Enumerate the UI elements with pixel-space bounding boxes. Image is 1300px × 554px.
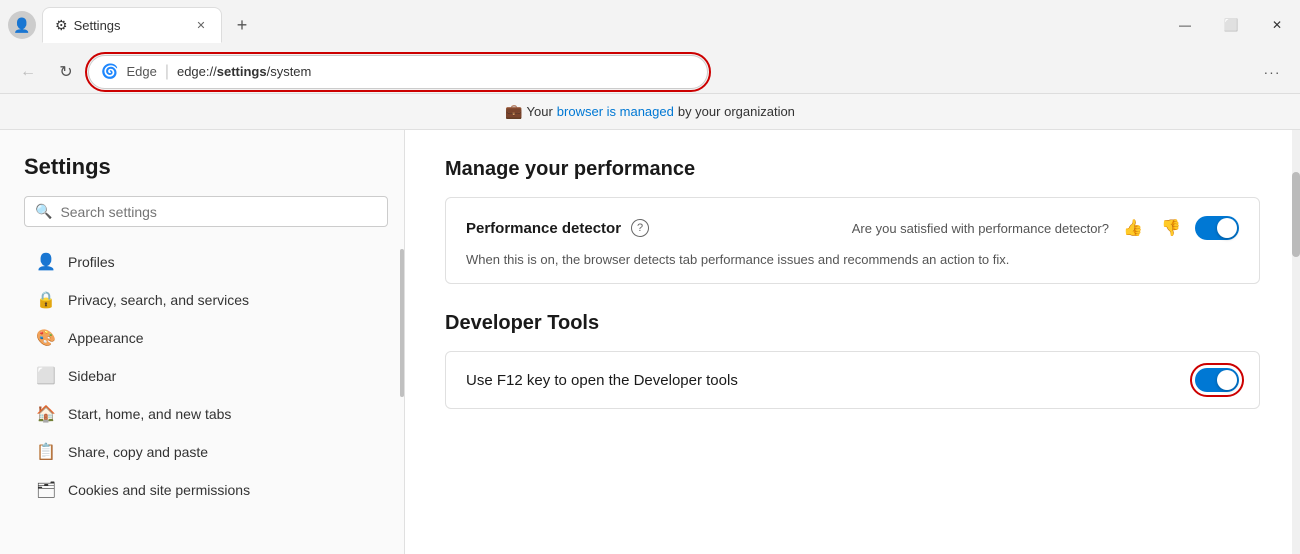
- start-icon: 🏠: [36, 404, 56, 424]
- sidebar-item-profiles[interactable]: 👤 Profiles: [24, 243, 388, 281]
- settings-tab-label: Settings: [74, 18, 121, 33]
- back-button[interactable]: ←: [12, 56, 44, 88]
- share-label: Share, copy and paste: [68, 444, 208, 460]
- sidebar: Settings 🔍 👤 Profiles 🔒 Privacy, search,…: [0, 130, 405, 554]
- appearance-label: Appearance: [68, 330, 144, 346]
- performance-card: Performance detector ? Are you satisfied…: [445, 197, 1260, 284]
- cookies-label: Cookies and site permissions: [68, 482, 250, 498]
- performance-feedback-text: Are you satisfied with performance detec…: [852, 221, 1109, 236]
- cookies-icon: 🗂: [36, 480, 56, 500]
- devtools-toggle-thumb: [1217, 370, 1237, 390]
- privacy-label: Privacy, search, and services: [68, 292, 249, 308]
- edge-logo-icon: 🌀: [101, 63, 118, 80]
- sidebar-item-share[interactable]: 📋 Share, copy and paste: [24, 433, 388, 471]
- maximize-button[interactable]: ⬜: [1208, 9, 1254, 41]
- more-button[interactable]: ···: [1256, 56, 1288, 88]
- minimize-button[interactable]: —: [1162, 9, 1208, 41]
- performance-detector-label: Performance detector: [466, 220, 621, 237]
- sidebar-item-sidebar[interactable]: ⬜ Sidebar: [24, 357, 388, 395]
- thumbdown-button[interactable]: 👎: [1157, 214, 1185, 242]
- settings-tab-icon: ⚙: [55, 17, 68, 34]
- managed-text-after: by your organization: [678, 104, 795, 119]
- performance-section-title: Manage your performance: [445, 158, 1260, 181]
- content-area: Manage your performance Performance dete…: [405, 130, 1300, 554]
- devtools-toggle[interactable]: [1195, 368, 1239, 392]
- search-box[interactable]: 🔍: [24, 196, 388, 227]
- share-icon: 📋: [36, 442, 56, 462]
- sidebar-icon: ⬜: [36, 366, 56, 386]
- address-separator: |: [165, 63, 169, 81]
- sidebar-item-privacy[interactable]: 🔒 Privacy, search, and services: [24, 281, 388, 319]
- reload-button[interactable]: ↻: [50, 56, 82, 88]
- performance-description: When this is on, the browser detects tab…: [466, 252, 1239, 267]
- edge-label: Edge: [126, 64, 156, 79]
- new-tab-button[interactable]: +: [228, 11, 256, 39]
- search-input[interactable]: [60, 204, 377, 220]
- managed-link[interactable]: browser is managed: [557, 104, 674, 119]
- start-label: Start, home, and new tabs: [68, 406, 231, 422]
- profiles-label: Profiles: [68, 254, 115, 270]
- performance-help-icon[interactable]: ?: [631, 219, 649, 237]
- right-scrollbar[interactable]: [1292, 130, 1300, 554]
- managed-text-before: Your: [527, 104, 553, 119]
- thumbup-button[interactable]: 👍: [1119, 214, 1147, 242]
- settings-title: Settings: [24, 154, 388, 180]
- address-text: edge://settings/system: [177, 64, 311, 79]
- search-icon: 🔍: [35, 203, 52, 220]
- close-button[interactable]: ✕: [1254, 9, 1300, 41]
- f12-label: Use F12 key to open the Developer tools: [466, 372, 738, 389]
- appearance-icon: 🎨: [36, 328, 56, 348]
- sidebar-item-start[interactable]: 🏠 Start, home, and new tabs: [24, 395, 388, 433]
- managed-icon: 💼: [505, 103, 522, 120]
- profiles-icon: 👤: [36, 252, 56, 272]
- sidebar-item-cookies[interactable]: 🗂 Cookies and site permissions: [24, 471, 388, 509]
- performance-toggle-thumb: [1217, 218, 1237, 238]
- avatar: 👤: [8, 11, 36, 39]
- address-bar[interactable]: 🌀 Edge | edge://settings/system: [88, 55, 708, 89]
- devtools-section-title: Developer Tools: [445, 312, 1260, 335]
- sidebar-item-appearance[interactable]: 🎨 Appearance: [24, 319, 388, 357]
- right-scrollbar-thumb: [1292, 172, 1300, 257]
- privacy-icon: 🔒: [36, 290, 56, 310]
- sidebar-label: Sidebar: [68, 368, 116, 384]
- tab-close-icon[interactable]: ✕: [193, 17, 209, 33]
- devtools-card: Use F12 key to open the Developer tools: [445, 351, 1260, 409]
- performance-toggle[interactable]: [1195, 216, 1239, 240]
- settings-tab[interactable]: ⚙ Settings ✕: [42, 7, 222, 43]
